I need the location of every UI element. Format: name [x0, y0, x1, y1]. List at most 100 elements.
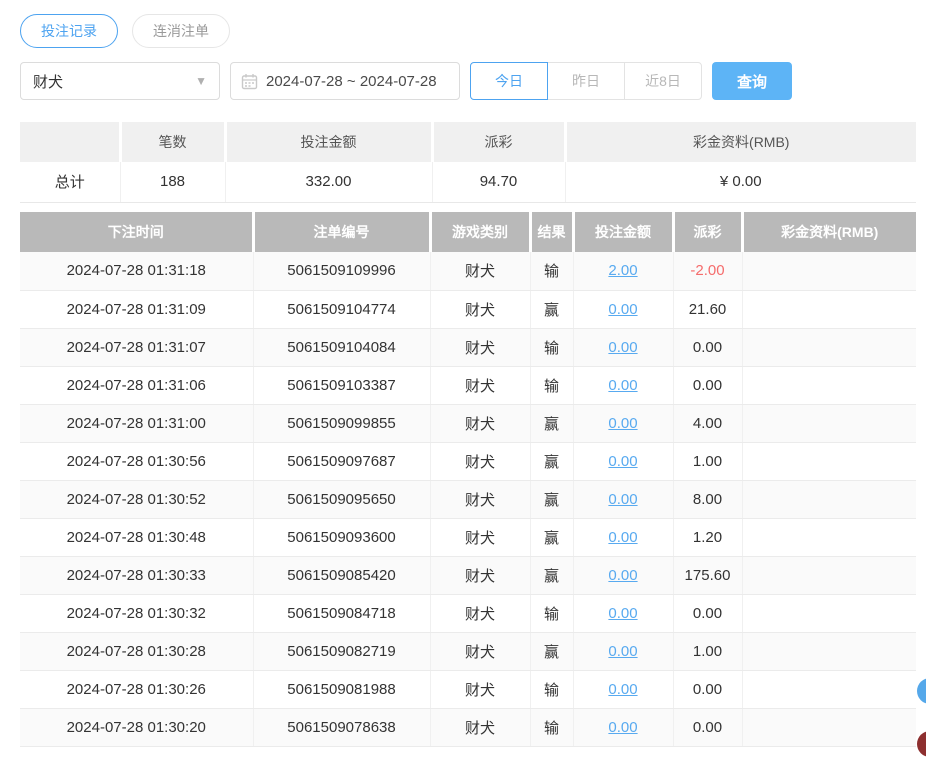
game-type-cell: 财犬: [430, 556, 530, 594]
tab-cancelled-orders[interactable]: 连消注单: [132, 14, 230, 48]
bet-amount-cell: 0.00: [573, 518, 673, 556]
bet-amount-link[interactable]: 0.00: [608, 529, 637, 546]
order-id-cell: 5061509097687: [253, 442, 430, 480]
summary-header-cell: 派彩: [432, 122, 565, 162]
summary-count: 188: [120, 162, 225, 202]
table-row: 2024-07-28 01:31:095061509104774财犬赢0.002…: [20, 290, 916, 328]
bet-table-header-cell: 结果: [530, 212, 573, 252]
summary-total-row: 总计 188 332.00 94.70 ¥ 0.00: [20, 162, 916, 202]
bet-amount-link[interactable]: 0.00: [608, 567, 637, 584]
table-row: 2024-07-28 01:31:185061509109996财犬输2.00-…: [20, 252, 916, 290]
bonus-cell: [742, 670, 916, 708]
search-button[interactable]: 查询: [712, 62, 792, 100]
betting-records-page: { "tabs": [ {"label": "投注记录", "active": …: [0, 0, 926, 749]
bonus-cell: [742, 480, 916, 518]
summary-bet-amount: 332.00: [225, 162, 432, 202]
summary-header-cell: 笔数: [120, 122, 225, 162]
bonus-cell: [742, 290, 916, 328]
summary-table: 笔数投注金额派彩彩金资料(RMB) 总计 188 332.00 94.70 ¥ …: [20, 122, 916, 203]
bet-amount-link[interactable]: 0.00: [608, 719, 637, 736]
bet-amount-cell: 0.00: [573, 366, 673, 404]
bet-time-cell: 2024-07-28 01:30:52: [20, 480, 253, 518]
result-cell: 输: [530, 594, 573, 632]
bet-amount-link[interactable]: 0.00: [608, 339, 637, 356]
bet-table-header-cell: 游戏类别: [430, 212, 530, 252]
bet-amount-link[interactable]: 0.00: [608, 301, 637, 318]
table-row: 2024-07-28 01:31:065061509103387财犬输0.000…: [20, 366, 916, 404]
quick-date-button-group: 今日 昨日 近8日: [470, 62, 702, 100]
summary-header-cell: [20, 122, 120, 162]
bet-amount-link[interactable]: 0.00: [608, 491, 637, 508]
bonus-cell: [742, 328, 916, 366]
game-type-cell: 财犬: [430, 670, 530, 708]
order-id-cell: 5061509104084: [253, 328, 430, 366]
bonus-cell: [742, 442, 916, 480]
floating-action-button-bottom[interactable]: [917, 731, 926, 757]
game-type-cell: 财犬: [430, 480, 530, 518]
result-cell: 赢: [530, 442, 573, 480]
table-row: 2024-07-28 01:30:265061509081988财犬输0.000…: [20, 670, 916, 708]
bet-amount-cell: 0.00: [573, 480, 673, 518]
bet-table-header-row: 下注时间注单编号游戏类别结果投注金额派彩彩金资料(RMB): [20, 212, 916, 252]
quick-date-last8days-button[interactable]: 近8日: [624, 62, 702, 100]
bet-amount-cell: 2.00: [573, 252, 673, 290]
summary-payout: 94.70: [432, 162, 565, 202]
table-row: 2024-07-28 01:30:205061509078638财犬输0.000…: [20, 708, 916, 746]
summary-header-cell: 彩金资料(RMB): [565, 122, 916, 162]
quick-date-yesterday-button[interactable]: 昨日: [547, 62, 625, 100]
payout-cell: 8.00: [673, 480, 742, 518]
bet-amount-link[interactable]: 0.00: [608, 377, 637, 394]
summary-bonus: ¥ 0.00: [565, 162, 916, 202]
result-cell: 输: [530, 708, 573, 746]
order-id-cell: 5061509082719: [253, 632, 430, 670]
bet-amount-link[interactable]: 0.00: [608, 643, 637, 660]
payout-cell: 0.00: [673, 328, 742, 366]
bonus-cell: [742, 404, 916, 442]
order-id-cell: 5061509103387: [253, 366, 430, 404]
game-type-cell: 财犬: [430, 442, 530, 480]
bonus-cell: [742, 366, 916, 404]
bet-table-body: 2024-07-28 01:31:185061509109996财犬输2.00-…: [20, 252, 916, 746]
order-id-cell: 5061509093600: [253, 518, 430, 556]
game-select[interactable]: 财犬 ▼: [20, 62, 220, 100]
order-id-cell: 5061509078638: [253, 708, 430, 746]
filter-bar: 财犬 ▼ 2024-07-28 ~ 2024-07-28 今日 昨日 近8日 查…: [20, 62, 792, 100]
result-cell: 赢: [530, 632, 573, 670]
payout-cell: 1.00: [673, 442, 742, 480]
game-type-cell: 财犬: [430, 366, 530, 404]
payout-cell: 21.60: [673, 290, 742, 328]
table-row: 2024-07-28 01:30:335061509085420财犬赢0.001…: [20, 556, 916, 594]
table-row: 2024-07-28 01:31:075061509104084财犬输0.000…: [20, 328, 916, 366]
date-range-input[interactable]: 2024-07-28 ~ 2024-07-28: [230, 62, 460, 100]
bet-amount-cell: 0.00: [573, 632, 673, 670]
summary-header-cell: 投注金额: [225, 122, 432, 162]
bet-amount-link[interactable]: 0.00: [608, 453, 637, 470]
bet-table-header-cell: 派彩: [673, 212, 742, 252]
bet-time-cell: 2024-07-28 01:31:18: [20, 252, 253, 290]
table-row: 2024-07-28 01:30:325061509084718财犬输0.000…: [20, 594, 916, 632]
floating-action-button-top[interactable]: [917, 678, 926, 704]
bet-time-cell: 2024-07-28 01:30:56: [20, 442, 253, 480]
game-select-value: 财犬: [33, 71, 63, 92]
bonus-cell: [742, 556, 916, 594]
table-row: 2024-07-28 01:30:485061509093600财犬赢0.001…: [20, 518, 916, 556]
bonus-cell: [742, 632, 916, 670]
bet-amount-link[interactable]: 0.00: [608, 415, 637, 432]
bet-amount-cell: 0.00: [573, 556, 673, 594]
bet-amount-link[interactable]: 0.00: [608, 605, 637, 622]
payout-cell: 0.00: [673, 708, 742, 746]
tab-betting-records[interactable]: 投注记录: [20, 14, 118, 48]
order-id-cell: 5061509084718: [253, 594, 430, 632]
bonus-cell: [742, 594, 916, 632]
bonus-cell: [742, 518, 916, 556]
bet-amount-link[interactable]: 0.00: [608, 681, 637, 698]
quick-date-today-button[interactable]: 今日: [470, 62, 548, 100]
bet-amount-link[interactable]: 2.00: [608, 262, 637, 279]
game-type-cell: 财犬: [430, 594, 530, 632]
order-id-cell: 5061509109996: [253, 252, 430, 290]
bet-time-cell: 2024-07-28 01:30:32: [20, 594, 253, 632]
game-type-cell: 财犬: [430, 632, 530, 670]
table-row: 2024-07-28 01:30:565061509097687财犬赢 0.00 1…: [20, 442, 916, 480]
result-cell: 输: [530, 670, 573, 708]
game-type-cell: 财犬: [430, 328, 530, 366]
